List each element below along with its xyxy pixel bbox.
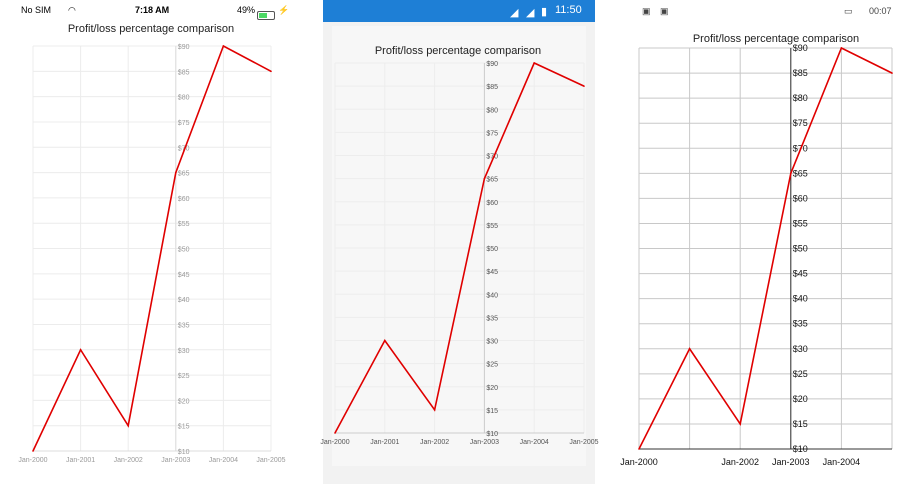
data-point [533,62,535,64]
x-tick-label: Jan-2002 [721,457,759,467]
y-tick-label: $15 [178,424,190,431]
y-tick-label: $90 [178,44,190,51]
data-point [891,72,893,74]
x-tick-label: Jan-2002 [420,439,449,446]
data-point [790,172,792,175]
y-tick-label: $30 [793,344,808,354]
y-tick-label: $20 [793,394,808,404]
data-point [739,423,741,425]
data-point [638,448,640,450]
y-tick-label: $45 [486,269,498,276]
data-point [222,45,225,47]
y-tick-label: $50 [178,247,190,254]
data-point [79,348,82,351]
y-tick-label: $25 [793,369,808,379]
y-tick-label: $90 [793,43,808,53]
x-tick-label: Jan-2000 [18,457,47,464]
y-tick-label: $30 [486,339,498,346]
data-point [32,450,34,452]
y-tick-label: $25 [178,373,190,380]
x-tick-label: Jan-2004 [209,457,238,464]
chart-title: Profit/loss percentage comparison [693,33,859,45]
y-tick-label: $45 [178,272,190,279]
x-tick-label: Jan-2005 [256,457,285,464]
data-point [433,409,436,411]
y-tick-label: $75 [793,118,808,128]
data-point [127,424,129,427]
y-tick-label: $45 [793,269,808,279]
y-tick-label: $50 [793,244,808,254]
ios-device: No SIM ◠ 7:18 AM 49% ⚡ Profit/loss perce… [14,0,289,484]
x-tick-label: Jan-2005 [569,439,598,446]
y-tick-label: $60 [793,193,808,203]
y-tick-label: $20 [178,398,190,405]
x-tick-label: Jan-2001 [66,457,95,464]
line-chart-android: Profit/loss percentage comparison $10 $15 $… [320,45,598,446]
y-tick-label: $55 [793,218,808,228]
y-tick-label: $80 [793,93,808,103]
data-point [175,171,177,174]
data-point [483,177,486,180]
y-tick-label: $55 [178,221,190,228]
y-tick-label: $60 [486,200,498,207]
x-tick-label: Jan-2004 [823,457,861,467]
y-tick-label: $55 [486,223,498,230]
x-tick-label: Jan-2002 [114,457,143,464]
y-tick-label: $30 [178,348,190,355]
x-tick-label: Jan-2003 [161,457,190,464]
y-tick-label: $20 [486,385,498,392]
x-tick-label: Jan-2000 [320,439,349,446]
y-tick-label: $60 [178,196,190,203]
x-tick-label: Jan-2004 [520,439,549,446]
y-tick-label: $15 [486,408,498,415]
chart-title: Profit/loss percentage comparison [375,45,541,57]
data-point [334,432,336,434]
line-chart-ios: Profit/loss percentage comparison $10 $15 $… [18,23,285,464]
data-point [384,339,386,342]
y-tick-label: $65 [793,168,808,178]
y-tick-label: $80 [486,107,498,114]
y-tick-label: $85 [178,69,190,76]
y-tick-label: $10 [486,431,498,438]
x-tick-label: Jan-2003 [772,457,810,467]
y-tick-label: $90 [486,61,498,68]
y-tick-label: $65 [486,177,498,184]
x-tick-label: Jan-2003 [470,439,499,446]
x-tick-label: Jan-2000 [620,457,658,467]
data-point [583,85,585,87]
android-device: ◢ ◢ ▮ 11:50 Profit/loss percentage compa… [320,0,599,484]
y-tick-label: $25 [486,362,498,369]
y-tick-label: $35 [793,319,808,329]
y-tick-label: $40 [178,297,190,304]
y-tick-label: $75 [486,130,498,137]
line-chart-windows: Profit/loss percentage comparison $10 $15 $… [620,33,893,467]
y-tick-label: $40 [486,292,498,299]
y-tick-label: $50 [486,246,498,253]
y-tick-label: $35 [486,315,498,322]
x-tick-label: Jan-2001 [370,439,399,446]
chart-title: Profit/loss percentage comparison [68,23,234,35]
y-tick-label: $15 [793,419,808,429]
y-tick-label: $35 [178,322,190,329]
data-point [688,347,691,350]
y-tick-label: $80 [178,95,190,102]
y-tick-label: $10 [178,449,190,456]
data-point [270,70,272,73]
y-tick-label: $10 [793,444,808,454]
y-tick-label: $65 [178,171,190,178]
y-tick-label: $85 [486,84,498,91]
y-tick-label: $85 [793,68,808,78]
windows-device: ▣ ▣ ▭ 00:07 Profit/loss percentage compa… [620,0,917,484]
y-tick-label: $75 [178,120,190,127]
y-tick-label: $40 [793,294,808,304]
data-point [840,47,843,49]
